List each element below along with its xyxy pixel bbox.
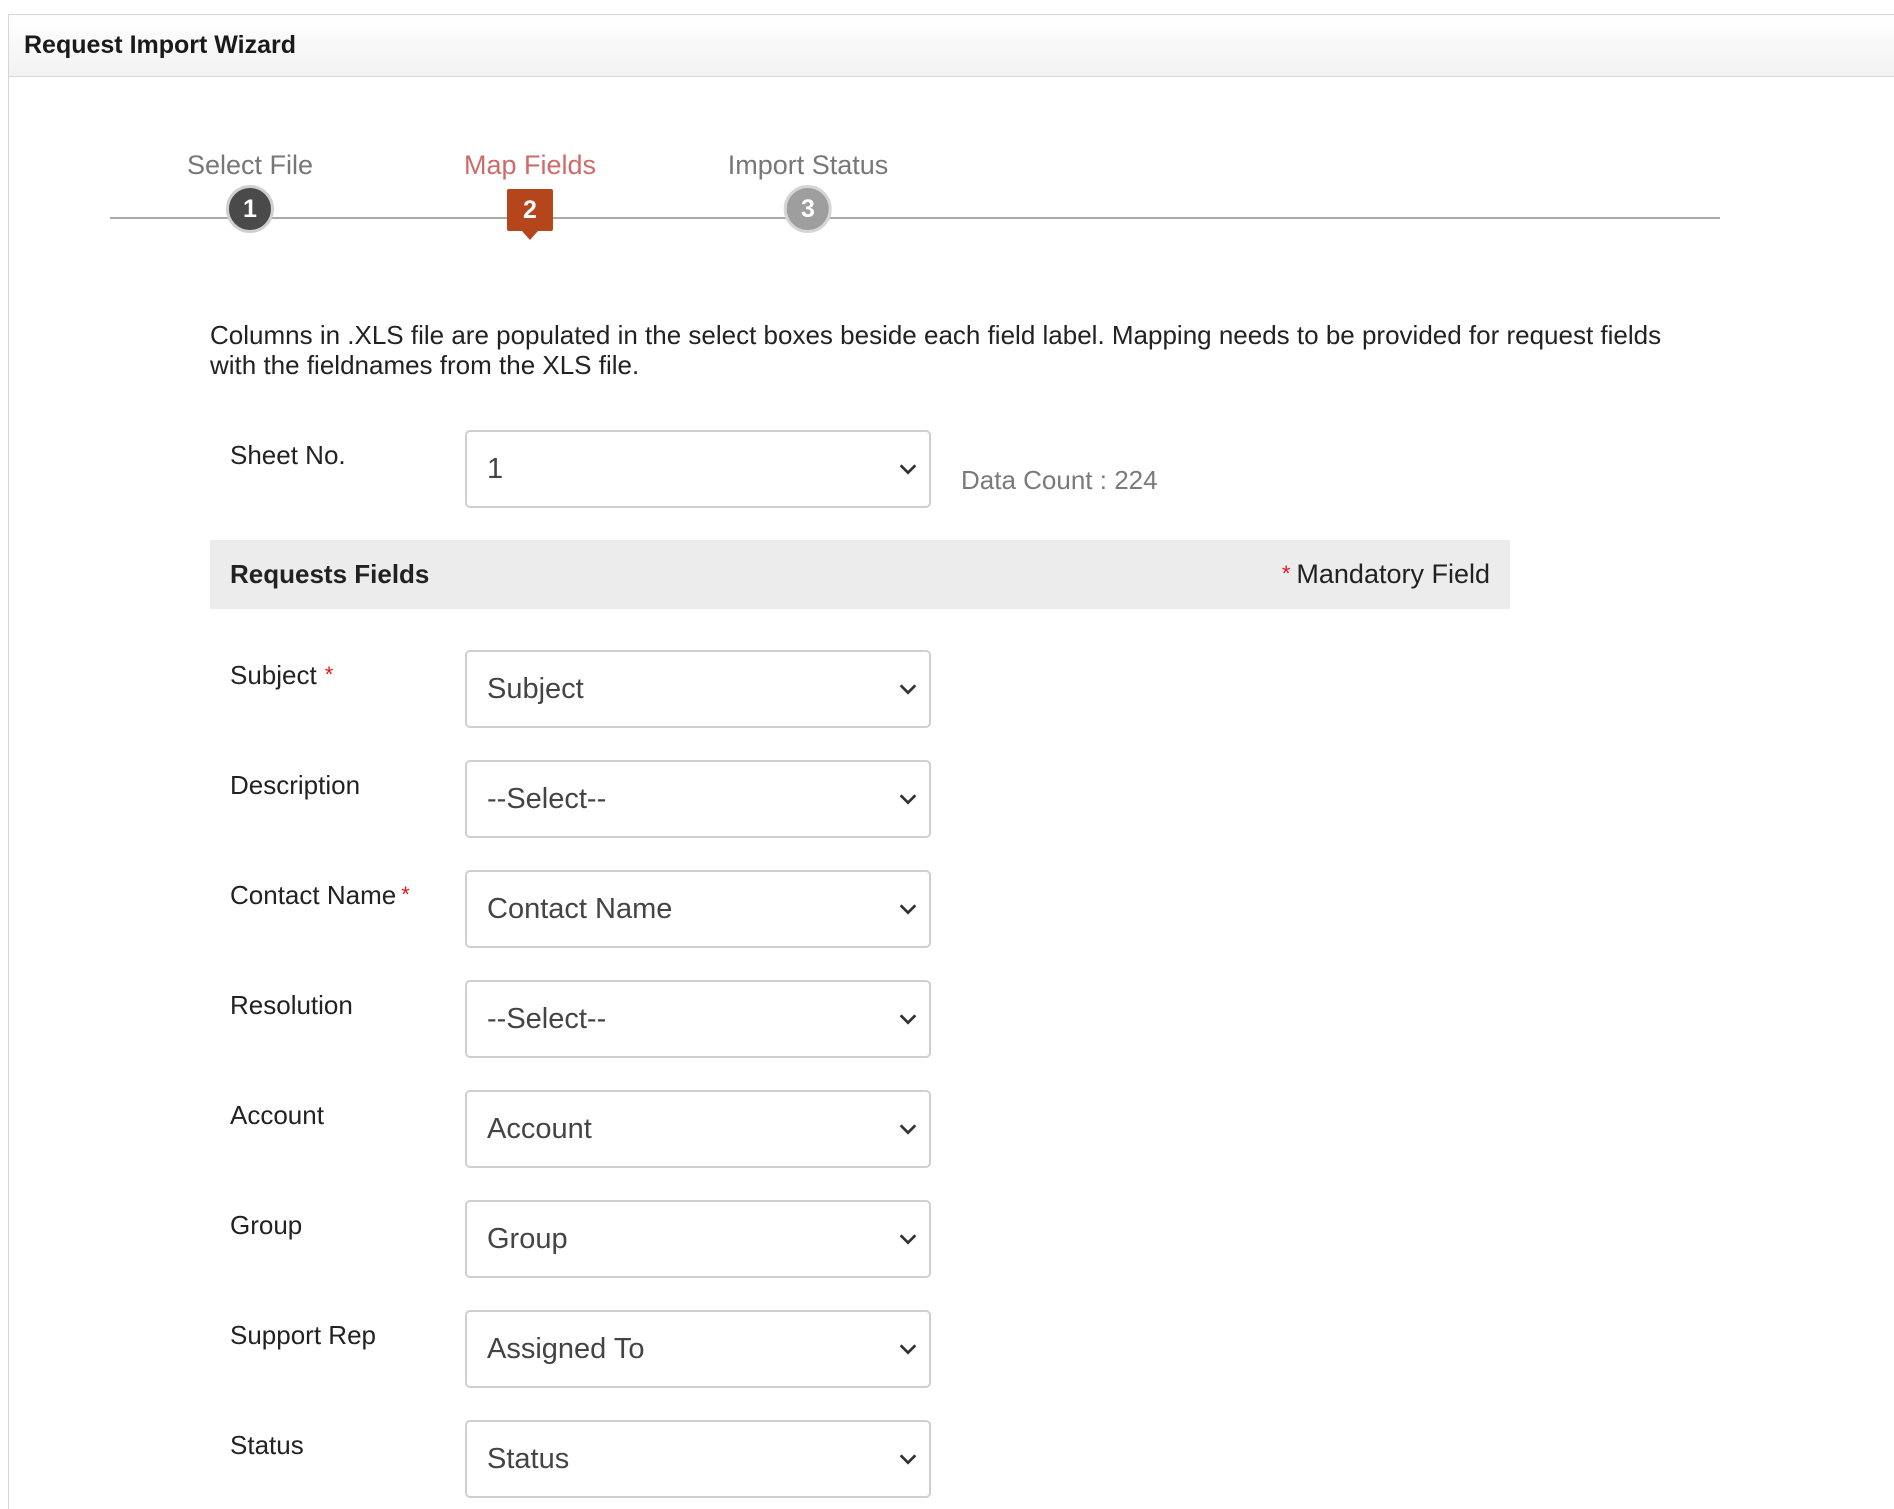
chevron-down-icon bbox=[899, 1344, 917, 1355]
required-marker: * bbox=[1281, 561, 1291, 586]
chevron-down-icon bbox=[899, 1014, 917, 1025]
step-map-fields[interactable]: Map Fields 2 bbox=[463, 150, 597, 240]
select-value: --Select-- bbox=[487, 1002, 607, 1035]
sheet-row: Sheet No. 1 Data Count : 224 bbox=[230, 430, 1158, 508]
mandatory-legend: * Mandatory Field bbox=[1282, 559, 1490, 590]
required-marker: * bbox=[401, 882, 410, 907]
step-number-badge: 2 bbox=[506, 189, 553, 240]
step-select-file[interactable]: Select File 1 bbox=[187, 150, 313, 233]
step-label: Import Status bbox=[727, 150, 889, 180]
field-row-description: Description --Select-- bbox=[230, 760, 931, 838]
field-label: Contact Name * bbox=[230, 880, 410, 910]
field-label: Subject * bbox=[230, 660, 334, 690]
step-number-circle: 1 bbox=[226, 185, 274, 233]
support-rep-select[interactable]: Assigned To bbox=[465, 1310, 931, 1388]
requests-fields-header: Requests Fields * Mandatory Field bbox=[210, 540, 1510, 609]
field-row-contact-name: Contact Name * Contact Name bbox=[230, 870, 931, 948]
field-row-resolution: Resolution --Select-- bbox=[230, 980, 931, 1058]
panel-title: Request Import Wizard bbox=[24, 31, 297, 59]
select-value: Assigned To bbox=[487, 1332, 645, 1365]
field-row-group: Group Group bbox=[230, 1200, 931, 1278]
mapping-instructions: Columns in .XLS file are populated in th… bbox=[210, 320, 1662, 380]
resolution-select[interactable]: --Select-- bbox=[465, 980, 931, 1058]
account-select[interactable]: Account bbox=[465, 1090, 931, 1168]
contact-name-select[interactable]: Contact Name bbox=[465, 870, 931, 948]
data-count: Data Count : 224 bbox=[961, 465, 1158, 495]
description-select[interactable]: --Select-- bbox=[465, 760, 931, 838]
field-label: Account bbox=[230, 1100, 324, 1130]
subject-select[interactable]: Subject bbox=[465, 650, 931, 728]
select-value: Subject bbox=[487, 672, 584, 705]
chevron-down-icon bbox=[899, 1234, 917, 1245]
chevron-down-icon bbox=[899, 794, 917, 805]
select-value: Contact Name bbox=[487, 892, 673, 925]
sheet-label: Sheet No. bbox=[230, 440, 346, 470]
sheet-select[interactable]: 1 bbox=[465, 430, 931, 508]
field-label: Description bbox=[230, 770, 361, 800]
chevron-down-icon bbox=[899, 1124, 917, 1135]
select-value: 1 bbox=[487, 452, 504, 485]
mandatory-label: Mandatory Field bbox=[1296, 559, 1490, 589]
step-import-status[interactable]: Import Status 3 bbox=[727, 150, 889, 233]
chevron-down-icon bbox=[899, 1454, 917, 1465]
field-label: Support Rep bbox=[230, 1320, 376, 1350]
step-number-circle: 3 bbox=[783, 185, 832, 233]
field-label: Resolution bbox=[230, 990, 353, 1020]
field-label: Group bbox=[230, 1210, 303, 1240]
step-label: Map Fields bbox=[463, 150, 597, 180]
section-title: Requests Fields bbox=[230, 559, 430, 589]
step-label: Select File bbox=[186, 150, 314, 180]
panel-header: Request Import Wizard bbox=[9, 15, 1894, 77]
field-row-status: Status Status bbox=[230, 1420, 931, 1498]
select-value: Group bbox=[487, 1222, 568, 1255]
chevron-down-icon bbox=[899, 904, 917, 915]
wizard-progress-line bbox=[110, 217, 1720, 219]
required-marker: * bbox=[324, 662, 334, 687]
select-value: --Select-- bbox=[487, 782, 607, 815]
chevron-down-icon bbox=[899, 464, 917, 475]
chevron-down-icon bbox=[899, 684, 917, 695]
field-row-account: Account Account bbox=[230, 1090, 931, 1168]
select-value: Status bbox=[487, 1442, 570, 1475]
field-row-subject: Subject * Subject bbox=[230, 650, 931, 728]
status-select[interactable]: Status bbox=[465, 1420, 931, 1498]
field-label: Status bbox=[230, 1430, 304, 1460]
group-select[interactable]: Group bbox=[465, 1200, 931, 1278]
wizard-steps: Select File 1 Map Fields 2 Import Status… bbox=[110, 150, 1720, 250]
select-value: Account bbox=[487, 1112, 592, 1145]
field-row-support-rep: Support Rep Assigned To bbox=[230, 1310, 931, 1388]
